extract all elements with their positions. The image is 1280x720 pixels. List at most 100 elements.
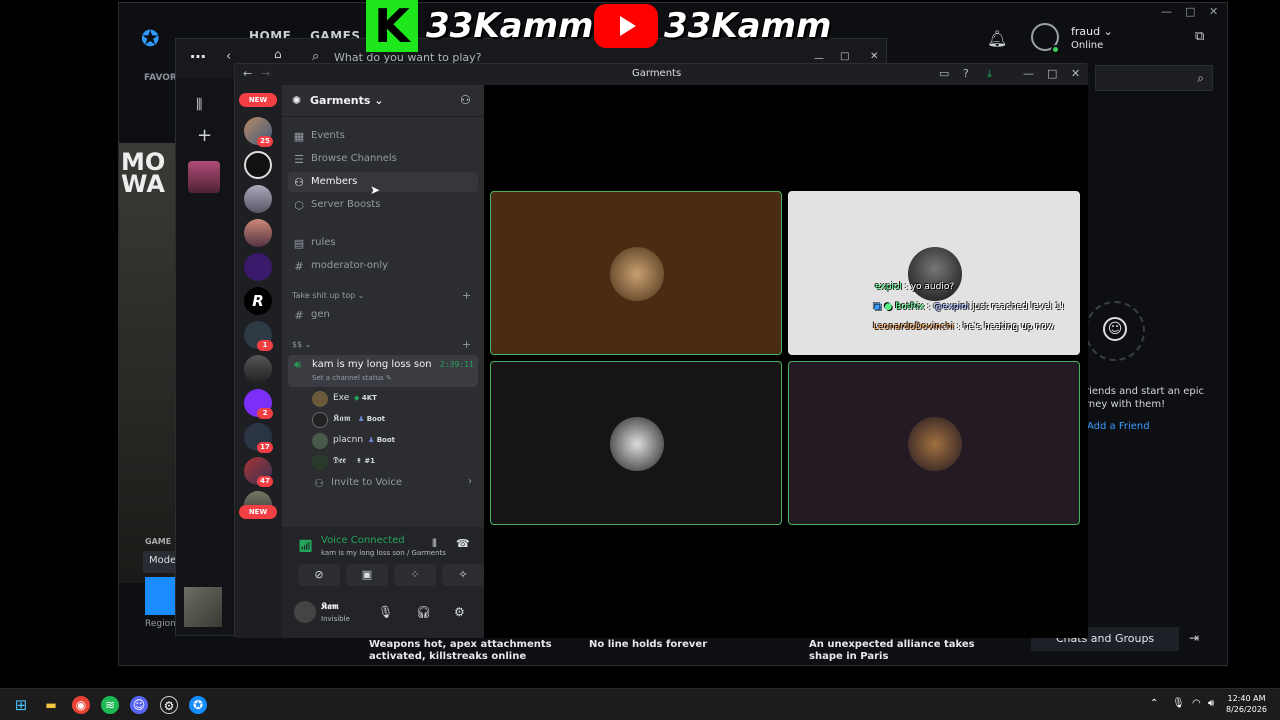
soundboard-button[interactable]: ✧ bbox=[442, 564, 484, 586]
chrome-icon[interactable]: ◉ bbox=[72, 696, 90, 714]
news-item[interactable]: Weapons hot, apex attachments activated,… bbox=[369, 639, 579, 663]
chat-overlay-line: ▣ ● BotRix : @expiol just reached level … bbox=[873, 302, 1065, 312]
avatar[interactable] bbox=[188, 161, 220, 193]
maximize-icon[interactable]: □ bbox=[840, 51, 849, 62]
user-profile[interactable]: fraud ⌄ Online bbox=[1031, 23, 1211, 59]
participant-tile[interactable] bbox=[490, 191, 782, 355]
avatar[interactable] bbox=[294, 601, 316, 623]
avatar bbox=[908, 247, 962, 301]
collapse-icon[interactable]: ⇥ bbox=[1189, 631, 1199, 645]
download-icon[interactable]: ⤓ bbox=[987, 67, 992, 81]
maximize-icon[interactable]: □ bbox=[1185, 5, 1195, 18]
bell-icon[interactable]: 🔔︎ bbox=[987, 29, 1007, 48]
avatar bbox=[610, 247, 664, 301]
clock[interactable]: 12:40 AM 8/26/2026 bbox=[1226, 693, 1267, 715]
wifi-icon[interactable]: ◠ bbox=[1192, 698, 1201, 709]
add-icon[interactable]: + bbox=[197, 125, 212, 146]
file-explorer-icon[interactable]: ▬ bbox=[42, 696, 60, 714]
news-item[interactable]: An unexpected alliance takes shape in Pa… bbox=[809, 639, 999, 663]
browse-channels-item[interactable]: ☰ Browse Channels bbox=[288, 149, 478, 169]
voice-user[interactable]: Exe ◆ 4KT bbox=[312, 390, 478, 408]
microphone-icon[interactable]: 🎙︎ bbox=[378, 605, 393, 619]
steam-icon[interactable]: ⚙ bbox=[160, 696, 178, 714]
participant-tile[interactable] bbox=[788, 361, 1080, 525]
chat-overlay-line: LeonardoDovinchi : he's heating up now bbox=[873, 322, 1054, 332]
server-icon[interactable]: R bbox=[244, 287, 272, 315]
help-icon[interactable]: ? bbox=[963, 67, 969, 80]
voice-connected-subtitle[interactable]: kam is my long loss son / Garments bbox=[321, 549, 446, 557]
channel-status[interactable]: Set a channel status ✎ bbox=[312, 374, 392, 382]
invite-icon[interactable]: ⚇ bbox=[460, 93, 471, 107]
banner-text-right: 33Kamm bbox=[664, 6, 832, 46]
discord-icon[interactable]: ☺ bbox=[130, 696, 148, 714]
game-title-art: MO WA bbox=[121, 148, 166, 198]
chevron-up-icon[interactable]: ⌃ bbox=[1150, 698, 1158, 709]
game-thumbnail[interactable] bbox=[184, 587, 222, 627]
server-icon[interactable] bbox=[244, 185, 272, 213]
add-friend-link[interactable]: Add a Friend bbox=[1087, 421, 1150, 432]
smiley-icon: ☺ bbox=[1103, 317, 1127, 341]
library-icon[interactable]: ⫼ bbox=[196, 97, 202, 113]
maximize-icon[interactable]: □ bbox=[1047, 67, 1057, 80]
disconnect-icon[interactable]: ☎ bbox=[456, 537, 470, 550]
server-icon[interactable] bbox=[244, 219, 272, 247]
play-button[interactable] bbox=[145, 577, 179, 615]
close-icon[interactable]: ✕ bbox=[1071, 67, 1080, 80]
news-item[interactable]: No line holds forever bbox=[589, 639, 799, 651]
add-channel-icon[interactable]: + bbox=[462, 338, 471, 351]
voice-user[interactable]: 𝕶𝖆𝖒 ♟ Boot bbox=[312, 411, 478, 429]
battlenet-icon[interactable]: ✪ bbox=[189, 696, 207, 714]
activities-button[interactable]: ⁘ bbox=[394, 564, 436, 586]
windows-start-icon[interactable]: ⊞ bbox=[12, 696, 30, 714]
headphones-icon[interactable]: 🎧︎ bbox=[416, 605, 431, 619]
back-icon[interactable]: ‹ bbox=[226, 49, 231, 64]
user-status: Online bbox=[1071, 40, 1104, 51]
channel-rules[interactable]: ▤ rules bbox=[288, 233, 478, 253]
server-icon[interactable] bbox=[244, 253, 272, 281]
volume-icon[interactable]: 🔊︎ bbox=[1208, 698, 1214, 709]
friends-search[interactable]: ⌕ bbox=[1095, 65, 1213, 91]
channel-gen[interactable]: # gen bbox=[288, 305, 478, 325]
screen-share-button[interactable]: ▣ bbox=[346, 564, 388, 586]
avatar bbox=[312, 412, 328, 428]
mention-badge: 25 bbox=[257, 136, 273, 147]
voice-user[interactable]: 𝕯𝖊𝖊 ↟ #1 bbox=[312, 453, 478, 471]
noise-suppression-icon[interactable]: ⦀ bbox=[432, 537, 437, 551]
voice-channel[interactable]: 🔊︎ kam is my long loss son 2:39:11 Set a… bbox=[288, 355, 478, 387]
taskbar: ⊞ ▬ ◉ ≋ ☺ ⚙ ✪ ⌃ 🎙︎ ◠ 🔊︎ 12:40 AM 8/26/20… bbox=[0, 688, 1280, 720]
back-icon[interactable]: ← bbox=[243, 67, 252, 80]
more-icon[interactable]: ⋯ bbox=[190, 47, 206, 66]
minimize-icon[interactable]: — bbox=[1161, 5, 1172, 18]
events-item[interactable]: ▦ Events bbox=[288, 126, 478, 146]
forward-icon[interactable]: → bbox=[261, 67, 270, 80]
category-header[interactable]: $$ ⌄ bbox=[292, 340, 311, 349]
voice-connected-title: Voice Connected bbox=[321, 535, 405, 546]
server-header[interactable]: ✺ Garments ⌄ ⚇ bbox=[282, 85, 484, 117]
add-channel-icon[interactable]: + bbox=[462, 289, 471, 302]
participant-tile[interactable] bbox=[490, 361, 782, 525]
microphone-icon[interactable]: 🎙︎ bbox=[1172, 698, 1185, 709]
external-link-icon[interactable]: ⧉ bbox=[1195, 29, 1204, 44]
channel-moderator-only[interactable]: # moderator-only bbox=[288, 256, 478, 276]
participant-tile[interactable]: expiol : yo audio? ▣ ● BotRix : @expiol … bbox=[788, 191, 1080, 355]
server-icon[interactable] bbox=[244, 151, 272, 179]
inbox-icon[interactable]: ▭ bbox=[939, 67, 949, 80]
camera-button[interactable]: ⊘ bbox=[298, 564, 340, 586]
battlenet-logo-icon[interactable]: ✪ bbox=[141, 27, 167, 53]
discord-titlebar: ← → Garments ▭ ? ⤓ — □ ✕ bbox=[235, 64, 1088, 85]
server-icon[interactable] bbox=[244, 355, 272, 383]
voice-user[interactable]: placnn ♟ Boot bbox=[312, 432, 478, 450]
server-boosts-item[interactable]: ⬡ Server Boosts bbox=[288, 195, 478, 215]
minimize-icon[interactable]: — bbox=[1023, 67, 1034, 80]
invite-to-voice[interactable]: ⚇ Invite to Voice › bbox=[308, 473, 478, 493]
settings-gear-icon[interactable]: ⚙ bbox=[454, 605, 465, 619]
close-icon[interactable]: ✕ bbox=[870, 51, 878, 62]
members-item[interactable]: ⚇ Members bbox=[288, 172, 478, 192]
category-header[interactable]: Take shit up top ⌄ bbox=[292, 291, 364, 300]
new-badge[interactable]: NEW bbox=[239, 505, 277, 519]
spotify-icon[interactable]: ≋ bbox=[101, 696, 119, 714]
new-badge[interactable]: NEW bbox=[239, 93, 277, 107]
close-icon[interactable]: ✕ bbox=[1209, 5, 1218, 18]
signal-icon[interactable]: 📶︎ bbox=[298, 539, 313, 553]
home-icon[interactable]: ⌂ bbox=[274, 47, 282, 61]
